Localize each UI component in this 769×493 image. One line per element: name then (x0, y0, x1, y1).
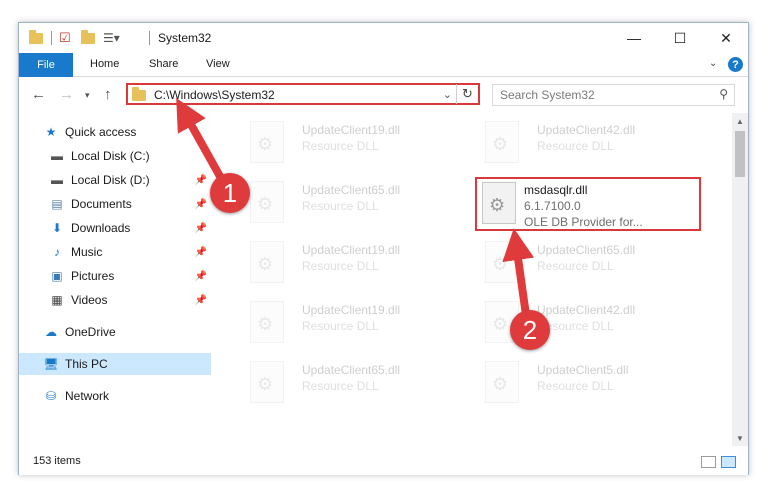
step-1-badge: 1 (210, 173, 250, 213)
annotation-arrows (176, 98, 535, 316)
arrow-to-address-bar (176, 98, 226, 182)
arrow-to-file (502, 228, 535, 316)
step-2-badge: 2 (510, 310, 550, 350)
